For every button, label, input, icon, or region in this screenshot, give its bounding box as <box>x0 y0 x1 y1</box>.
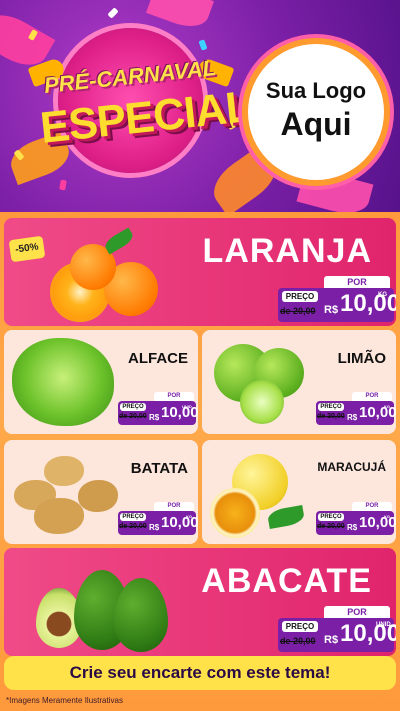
unit-label: KG <box>186 514 192 519</box>
logo-placeholder: Sua Logo Aqui <box>248 44 384 180</box>
product-card-maracuja: MARACUJÁ POR PREÇO de 20,00 R$ 10,00 KG <box>202 440 396 544</box>
preco-label: PREÇO <box>282 291 318 302</box>
carnival-title-badge: PRÉ-CARNAVAL ESPECIAL <box>27 24 254 174</box>
featured-card-abacate: ABACATE POR PREÇO de 20,00 R$ 10,00 UNID <box>4 548 396 656</box>
unit-label: KG <box>384 514 390 519</box>
old-price: de 20,00 <box>317 413 345 420</box>
price-value: 10,00 <box>340 290 396 317</box>
unit-label: UNID <box>376 622 391 628</box>
passion-fruit-half-image <box>210 488 260 538</box>
currency-label: R$ <box>347 523 358 532</box>
preco-label: PREÇO <box>120 403 146 411</box>
product-card-alface: ALFACE POR PREÇO de 20,00 R$ 10,00 UNID <box>4 330 198 434</box>
price-tag: POR PREÇO de 20,00 R$ 10,00 UNID <box>118 392 198 426</box>
discount-badge: -50% <box>8 235 46 263</box>
price-value: 10,00 <box>161 404 198 421</box>
product-name: LARANJA <box>202 232 372 270</box>
offers-area: -50% LARANJA POR PREÇO de 20,00 R$ 10,00… <box>0 212 400 711</box>
product-card-limao: LIMÃO POR PREÇO de 20,00 R$ 10,00 KG <box>202 330 396 434</box>
old-price: de 20,00 <box>280 636 316 646</box>
price-tag: POR PREÇO de 20,00 R$ 10,00 UNID <box>278 606 396 652</box>
potato-image <box>34 498 84 534</box>
cta-banner: Crie seu encarte com este tema! <box>4 656 396 690</box>
preco-label: PREÇO <box>318 513 344 521</box>
old-price: de 20,00 <box>317 523 345 530</box>
logo-text-line-1: Sua Logo <box>265 78 367 103</box>
currency-label: R$ <box>324 634 339 646</box>
por-label: POR <box>324 276 390 288</box>
currency-label: R$ <box>149 413 160 422</box>
price-tag: POR PREÇO de 20,00 R$ 10,00 KG <box>316 392 396 426</box>
disclaimer-text: *Imagens Meramente Ilustrativas <box>6 696 123 705</box>
old-price: de 20,00 <box>119 523 147 530</box>
avocado-image <box>114 578 168 652</box>
currency-label: R$ <box>149 523 160 532</box>
unit-label: KG <box>384 404 390 409</box>
product-card-batata: BATATA POR PREÇO de 20,00 R$ 10,00 KG <box>4 440 198 544</box>
product-name: BATATA <box>130 460 188 477</box>
old-price: de 20,00 <box>280 306 316 316</box>
product-name: MARACUJÁ <box>317 460 386 474</box>
por-label: POR <box>352 502 392 511</box>
por-label: POR <box>154 392 194 401</box>
product-name: ABACATE <box>201 562 372 600</box>
price-value: 10,00 <box>359 514 396 531</box>
por-label: POR <box>154 502 194 511</box>
preco-label: PREÇO <box>318 403 344 411</box>
product-name: ALFACE <box>128 350 188 367</box>
price-value: 10,00 <box>359 404 396 421</box>
confetti <box>59 179 67 191</box>
logo-text-line-2: Aqui <box>280 106 352 142</box>
confetti <box>107 7 119 19</box>
lime-slice-image <box>240 380 284 424</box>
leaf-image <box>102 227 136 255</box>
currency-label: R$ <box>347 413 358 422</box>
currency-label: R$ <box>324 304 339 316</box>
price-tag: POR PREÇO de 20,00 R$ 10,00 KG <box>118 502 198 536</box>
por-label: POR <box>324 606 390 618</box>
unit-label: KG <box>378 292 387 298</box>
price-value: 10,00 <box>161 514 198 531</box>
unit-label: UNID <box>182 404 192 409</box>
preco-label: PREÇO <box>120 513 146 521</box>
potato-image <box>44 456 84 486</box>
header-banner: PRÉ-CARNAVAL ESPECIAL Sua Logo Aqui <box>0 0 400 212</box>
lettuce-image <box>12 338 114 426</box>
price-tag: POR PREÇO de 20,00 R$ 10,00 KG <box>278 276 396 322</box>
price-tag: POR PREÇO de 20,00 R$ 10,00 KG <box>316 502 396 536</box>
leaf-image <box>266 505 306 529</box>
featured-card-laranja: -50% LARANJA POR PREÇO de 20,00 R$ 10,00… <box>4 218 396 326</box>
potato-image <box>78 480 118 512</box>
old-price: de 20,00 <box>119 413 147 420</box>
product-name: LIMÃO <box>337 350 386 367</box>
preco-label: PREÇO <box>282 621 318 632</box>
por-label: POR <box>352 392 392 401</box>
